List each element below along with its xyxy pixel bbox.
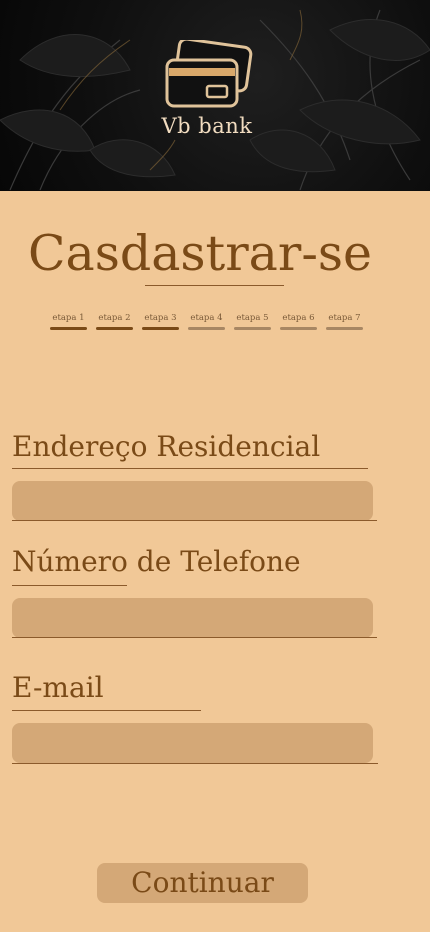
step-bar — [50, 327, 87, 330]
address-input-underline — [12, 520, 377, 521]
phone-label-underline — [12, 585, 127, 586]
step-5: etapa 5 — [234, 312, 271, 330]
continue-button[interactable]: Continuar — [97, 863, 308, 903]
step-bar — [142, 327, 179, 330]
step-label: etapa 2 — [98, 313, 131, 323]
step-label: etapa 7 — [328, 313, 361, 323]
credit-card-icon — [165, 40, 253, 108]
step-bar — [234, 327, 271, 330]
email-label-underline — [12, 710, 201, 711]
step-1: etapa 1 — [50, 312, 87, 330]
header-banner: Vb bank — [0, 0, 430, 191]
step-label: etapa 3 — [144, 313, 177, 323]
phone-label: Número de Telefone — [12, 545, 301, 578]
phone-input[interactable] — [12, 598, 373, 638]
step-bar — [96, 327, 133, 330]
step-label: etapa 4 — [190, 313, 223, 323]
step-7: etapa 7 — [326, 312, 363, 330]
step-bar — [280, 327, 317, 330]
address-input[interactable] — [12, 481, 373, 521]
title-underline — [145, 285, 284, 286]
step-bar — [188, 327, 225, 330]
step-progress: etapa 1 etapa 2 etapa 3 etapa 4 etapa 5 … — [50, 312, 370, 336]
step-label: etapa 5 — [236, 313, 269, 323]
email-input[interactable] — [12, 723, 373, 763]
phone-input-underline — [12, 637, 377, 638]
step-4: etapa 4 — [188, 312, 225, 330]
page-title: Casdastrar-se — [27, 225, 373, 282]
email-input-underline — [12, 763, 378, 764]
step-bar — [326, 327, 363, 330]
address-label-underline — [12, 468, 368, 469]
email-label: E-mail — [12, 671, 104, 704]
brand-name: Vb bank — [161, 114, 253, 138]
step-label: etapa 1 — [52, 313, 85, 323]
step-2: etapa 2 — [96, 312, 133, 330]
address-label: Endereço Residencial — [12, 430, 321, 463]
step-6: etapa 6 — [280, 312, 317, 330]
step-3: etapa 3 — [142, 312, 179, 330]
step-label: etapa 6 — [282, 313, 315, 323]
